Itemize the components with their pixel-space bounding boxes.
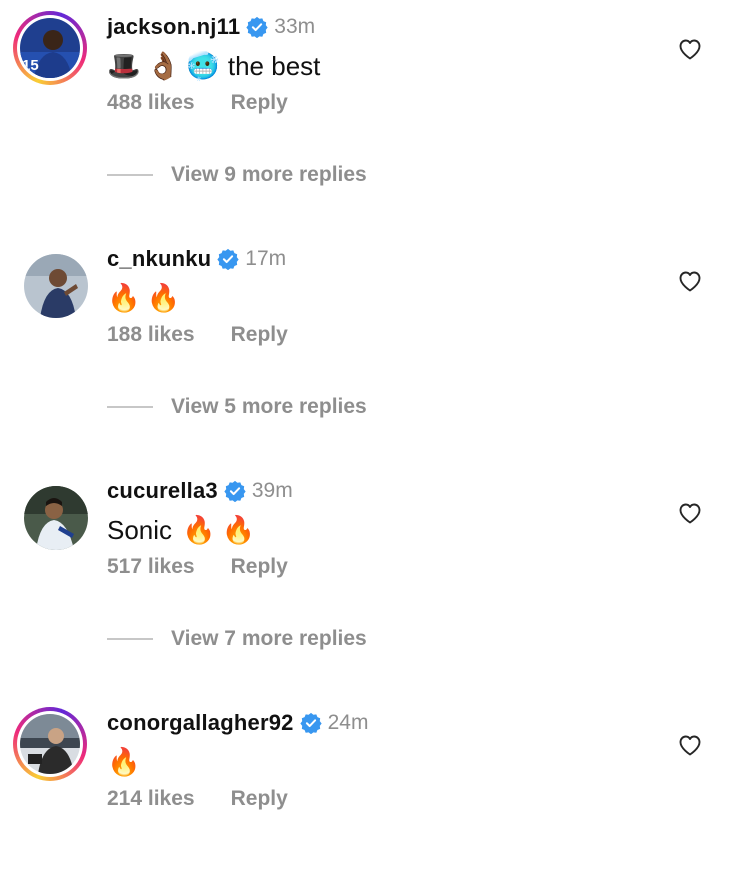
timestamp: 39m: [251, 479, 293, 502]
heart-outline-icon[interactable]: [678, 270, 702, 292]
username[interactable]: cucurella3: [107, 478, 218, 504]
verified-badge-icon: [217, 248, 239, 270]
comment-text: 🔥 🔥: [107, 278, 186, 318]
view-more-replies-button[interactable]: View 5 more replies: [107, 392, 367, 422]
fire-emoji: 🔥: [107, 283, 141, 313]
avatar[interactable]: [24, 486, 88, 550]
fire-emoji: 🔥: [221, 515, 256, 545]
view-replies-label: View 9 more replies: [171, 163, 367, 186]
reply-button[interactable]: Reply: [231, 787, 288, 811]
avatar-story-ring[interactable]: [13, 707, 87, 781]
username[interactable]: conorgallagher92: [107, 710, 294, 736]
reply-button[interactable]: Reply: [231, 323, 288, 347]
comment-text: 🔥: [107, 742, 147, 782]
divider-line: [107, 406, 153, 408]
fire-emoji: 🔥: [182, 515, 216, 545]
heart-outline-icon[interactable]: [678, 38, 702, 60]
reply-button[interactable]: Reply: [231, 91, 288, 115]
reply-button[interactable]: Reply: [231, 555, 288, 579]
likes-count[interactable]: 488 likes: [107, 91, 195, 115]
comment-text: 🎩 👌🏾 🥶 the best: [107, 46, 320, 86]
likes-count[interactable]: 214 likes: [107, 787, 195, 811]
likes-count[interactable]: 517 likes: [107, 555, 195, 579]
timestamp: 17m: [245, 247, 287, 270]
divider-line: [107, 174, 153, 176]
username[interactable]: c_nkunku: [107, 246, 211, 272]
avatar[interactable]: [24, 254, 88, 318]
timestamp: 24m: [327, 711, 369, 734]
view-replies-label: View 7 more replies: [171, 627, 367, 650]
comment-item: cucurella3 39m Sonic 🔥 🔥 517 likes Reply…: [0, 464, 750, 664]
divider-line: [107, 638, 153, 640]
verified-badge-icon: [224, 480, 246, 502]
fire-emoji: 🔥: [107, 747, 141, 777]
comment-item: conorgallagher92 24m 🔥 214 likes Reply: [0, 696, 750, 896]
emoji: 👌🏾: [146, 51, 181, 81]
view-replies-label: View 5 more replies: [171, 395, 367, 418]
username[interactable]: jackson.nj11: [107, 14, 240, 40]
view-more-replies-button[interactable]: View 9 more replies: [107, 160, 367, 190]
fire-emoji: 🔥: [146, 283, 181, 313]
verified-badge-icon: [299, 712, 322, 734]
comment-text: Sonic 🔥 🔥: [107, 510, 261, 550]
emoji: 🥶: [186, 51, 220, 81]
avatar-container[interactable]: [13, 243, 88, 318]
heart-outline-icon[interactable]: [678, 502, 702, 524]
avatar-story-ring[interactable]: 15: [13, 11, 87, 85]
svg-text:15: 15: [22, 57, 39, 74]
emoji: 🎩: [107, 51, 141, 81]
avatar[interactable]: 15: [20, 18, 80, 78]
comment-item: c_nkunku 17m 🔥 🔥 188 likes Reply View 5 …: [0, 232, 750, 432]
avatar-container[interactable]: [13, 475, 88, 550]
view-more-replies-button[interactable]: View 7 more replies: [107, 624, 367, 654]
timestamp: 33m: [274, 15, 316, 38]
verified-badge-icon: [246, 16, 268, 38]
comment-body: the best: [227, 50, 321, 81]
comment-body: Sonic: [107, 514, 173, 545]
comment-item: 15 jackson.nj11 33m 🎩 👌🏾 🥶 the best 488 …: [0, 0, 750, 200]
heart-outline-icon[interactable]: [678, 734, 702, 756]
likes-count[interactable]: 188 likes: [107, 323, 195, 347]
avatar[interactable]: [20, 714, 80, 774]
